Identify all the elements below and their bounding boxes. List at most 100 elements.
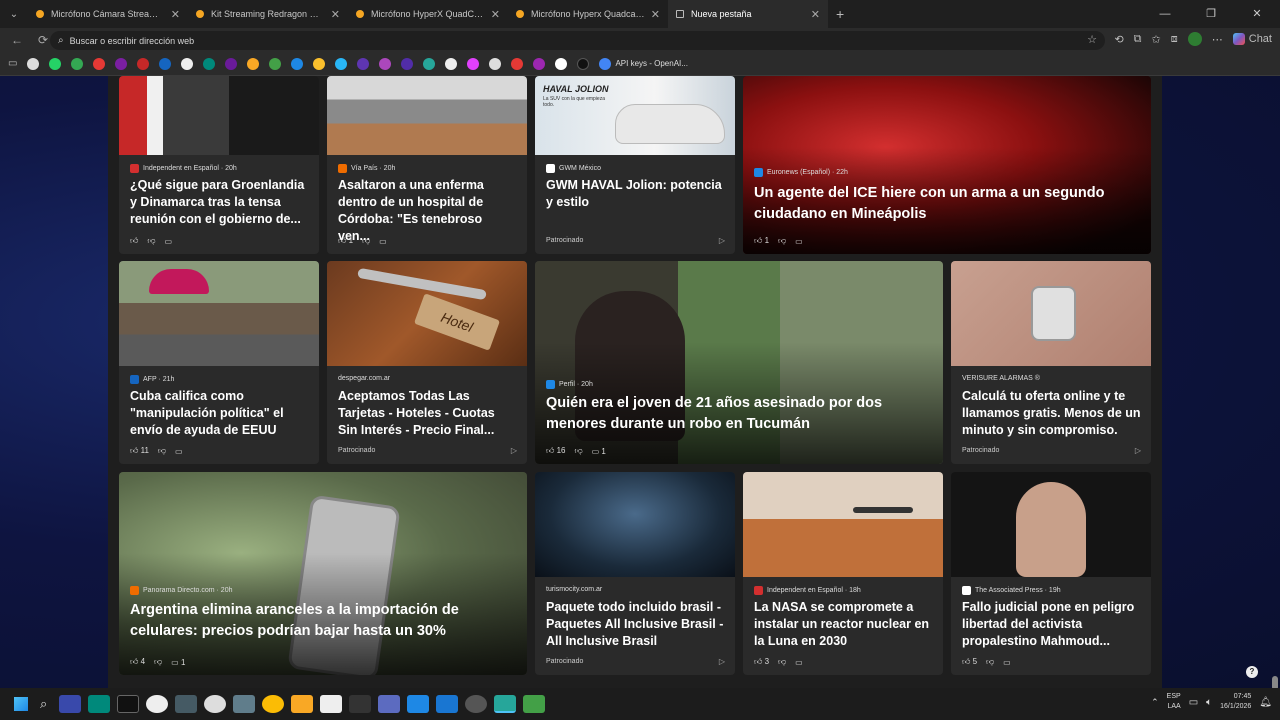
taskbar-app-icon[interactable] bbox=[348, 695, 371, 713]
bookmark-yellow-icon[interactable] bbox=[247, 57, 260, 70]
comment-icon[interactable]: ▭ bbox=[165, 237, 173, 246]
news-title[interactable]: Fallo judicial pone en peligro libertad … bbox=[962, 599, 1141, 650]
bookmark-api-keys[interactable]: API keys - OpenAI... bbox=[599, 57, 688, 70]
page-scrollbar[interactable] bbox=[1272, 156, 1278, 688]
ad-info-icon[interactable]: ▷ bbox=[511, 446, 517, 455]
copilot-chat-button[interactable]: Chat bbox=[1232, 33, 1272, 45]
tab-1[interactable]: Micrófono Cámara Streaming | Me ✕ bbox=[28, 0, 188, 28]
twitch-icon[interactable] bbox=[225, 57, 238, 70]
tab-search-chevron-icon[interactable]: ⌄ bbox=[0, 9, 28, 20]
ad-card[interactable]: Hotel despegar.com.ar Aceptamos Todas La… bbox=[327, 261, 527, 464]
taskbar-app-icon[interactable] bbox=[464, 695, 487, 713]
file-explorer-icon[interactable] bbox=[290, 695, 313, 713]
bookmark-indigo-icon[interactable] bbox=[401, 57, 414, 70]
network-icon[interactable]: ▭ bbox=[1189, 697, 1198, 708]
ad-title[interactable]: Paquete todo incluido brasil - Paquetes … bbox=[546, 599, 725, 650]
news-card[interactable]: AFP · 21h Cuba califica como "manipulaci… bbox=[119, 261, 319, 464]
comment-icon[interactable]: ▭ bbox=[175, 447, 183, 456]
dislike-icon[interactable]: 👎︎ bbox=[778, 236, 786, 246]
news-title[interactable]: Cuba califica como "manipulación polític… bbox=[130, 388, 309, 439]
taskbar-app-icon[interactable] bbox=[319, 695, 342, 713]
ad-card[interactable]: HAVAL JOLION La SUV con la que empieza t… bbox=[535, 76, 735, 254]
bookmark-text-icon[interactable] bbox=[445, 57, 458, 70]
restore-icon[interactable]: ❐ bbox=[1188, 0, 1234, 28]
calculator-icon[interactable] bbox=[377, 695, 400, 713]
dislike-icon[interactable]: 👎︎ bbox=[158, 446, 166, 456]
bookmarks-menu-icon[interactable]: ▭ bbox=[8, 58, 17, 69]
bookmark-magenta-icon[interactable] bbox=[467, 57, 480, 70]
news-card[interactable]: Independent en Español · 20h ¿Qué sigue … bbox=[119, 76, 319, 254]
close-tab-icon[interactable]: ✕ bbox=[651, 8, 660, 21]
news-title[interactable]: La NASA se compromete a instalar un reac… bbox=[754, 599, 933, 650]
like-icon[interactable]: 👍︎ 16 bbox=[546, 446, 566, 456]
bookmark-blue-icon[interactable] bbox=[159, 57, 172, 70]
like-icon[interactable]: 👍︎ 1 bbox=[754, 236, 769, 246]
bookmark-green-icon[interactable] bbox=[269, 57, 282, 70]
bookmark-teal-icon[interactable] bbox=[203, 57, 216, 70]
close-tab-icon[interactable]: ✕ bbox=[811, 8, 820, 21]
bookmark-purple2-icon[interactable] bbox=[533, 57, 546, 70]
clock[interactable]: 07:45 16/1/2026 bbox=[1220, 692, 1251, 712]
news-card[interactable]: Independent en Español · 18h La NASA se … bbox=[743, 472, 943, 675]
bookmark-violet-icon[interactable] bbox=[357, 57, 370, 70]
news-card-featured[interactable]: Euronews (Español) · 22h Un agente del I… bbox=[743, 76, 1151, 254]
tab-new-tab[interactable]: Nueva pestaña ✕ bbox=[668, 0, 828, 28]
ad-card[interactable]: VERISURE ALARMAS ® Calculá tu oferta onl… bbox=[951, 261, 1151, 464]
vscode-icon[interactable] bbox=[435, 695, 458, 713]
news-title[interactable]: Asaltaron a una enferma dentro de un hos… bbox=[338, 177, 517, 245]
tab-3[interactable]: Micrófono HyperX QuadCast S RG ✕ bbox=[348, 0, 508, 28]
google-icon[interactable] bbox=[27, 57, 40, 70]
bookmark-green2-icon[interactable] bbox=[423, 57, 436, 70]
comment-icon[interactable]: ▭ 1 bbox=[171, 658, 185, 667]
tray-chevron-icon[interactable]: ⌃ bbox=[1151, 697, 1159, 708]
comment-icon[interactable]: ▭ bbox=[379, 237, 387, 246]
dislike-icon[interactable]: 👎︎ bbox=[147, 236, 155, 246]
address-bar[interactable]: ⌕ Buscar o escribir dirección web ☆ bbox=[50, 31, 1105, 50]
taskbar-app-icon[interactable] bbox=[145, 695, 168, 713]
bookmark-red2-icon[interactable] bbox=[511, 57, 524, 70]
like-icon[interactable]: 👍︎ 1 bbox=[338, 236, 353, 246]
bookmark-blue2-icon[interactable] bbox=[291, 57, 304, 70]
bookmark-red-icon[interactable] bbox=[137, 57, 150, 70]
globe-icon[interactable] bbox=[489, 57, 502, 70]
language-indicator[interactable]: ESP LAA bbox=[1167, 692, 1181, 712]
news-title[interactable]: Argentina elimina aranceles a la importa… bbox=[130, 600, 517, 642]
edge-icon[interactable] bbox=[493, 695, 516, 713]
like-icon[interactable]: 👍︎ 5 bbox=[962, 657, 977, 667]
settings-icon[interactable] bbox=[232, 695, 255, 713]
news-card-featured[interactable]: Panorama Directo.com · 20h Argentina eli… bbox=[119, 472, 527, 675]
notes-icon[interactable] bbox=[406, 695, 429, 713]
close-tab-icon[interactable]: ✕ bbox=[331, 8, 340, 21]
tab-4[interactable]: Micrófono Hyperx Quadcast 2 Usb ✕ bbox=[508, 0, 668, 28]
ad-info-icon[interactable]: ▷ bbox=[719, 236, 725, 245]
dislike-icon[interactable]: 👎︎ bbox=[986, 657, 994, 667]
like-icon[interactable]: 👍︎ 11 bbox=[130, 446, 149, 456]
close-tab-icon[interactable]: ✕ bbox=[491, 8, 500, 21]
comment-icon[interactable]: ▭ bbox=[1003, 658, 1011, 667]
chrome-icon[interactable] bbox=[261, 695, 284, 713]
like-icon[interactable]: 👍︎ 3 bbox=[754, 657, 769, 667]
notifications-icon[interactable]: 🔔︎ bbox=[1259, 697, 1272, 708]
like-icon[interactable]: 👍︎ bbox=[130, 236, 138, 246]
tab-2[interactable]: Kit Streaming Redragon Cámara W ✕ bbox=[188, 0, 348, 28]
bookmark-gold-icon[interactable] bbox=[313, 57, 326, 70]
taskbar-app-icon[interactable] bbox=[87, 695, 110, 713]
volume-icon[interactable]: 🔈︎ bbox=[1206, 697, 1212, 708]
collections-icon[interactable]: ⧈ bbox=[1171, 33, 1178, 46]
more-menu-icon[interactable]: ⋯ bbox=[1212, 33, 1223, 46]
bookmark-cyan-icon[interactable] bbox=[335, 57, 348, 70]
close-tab-icon[interactable]: ✕ bbox=[171, 8, 180, 21]
bookmark-dark-icon[interactable] bbox=[577, 57, 590, 70]
github-icon[interactable] bbox=[555, 57, 568, 70]
split-screen-icon[interactable]: ⧉ bbox=[1134, 33, 1142, 46]
github-icon[interactable] bbox=[203, 695, 226, 713]
news-title[interactable]: Un agente del ICE hiere con un arma a un… bbox=[754, 183, 1141, 225]
close-window-icon[interactable]: ✕ bbox=[1234, 0, 1280, 28]
new-tab-plus-icon[interactable]: + bbox=[836, 6, 844, 22]
bookmark-white-icon[interactable] bbox=[181, 57, 194, 70]
taskbar-app-icon[interactable] bbox=[522, 695, 545, 713]
help-icon[interactable]: ? bbox=[1246, 666, 1258, 678]
comment-icon[interactable]: ▭ bbox=[795, 237, 803, 246]
favorites-icon[interactable]: ✩ bbox=[1152, 33, 1161, 46]
back-icon[interactable]: ← bbox=[4, 33, 30, 47]
